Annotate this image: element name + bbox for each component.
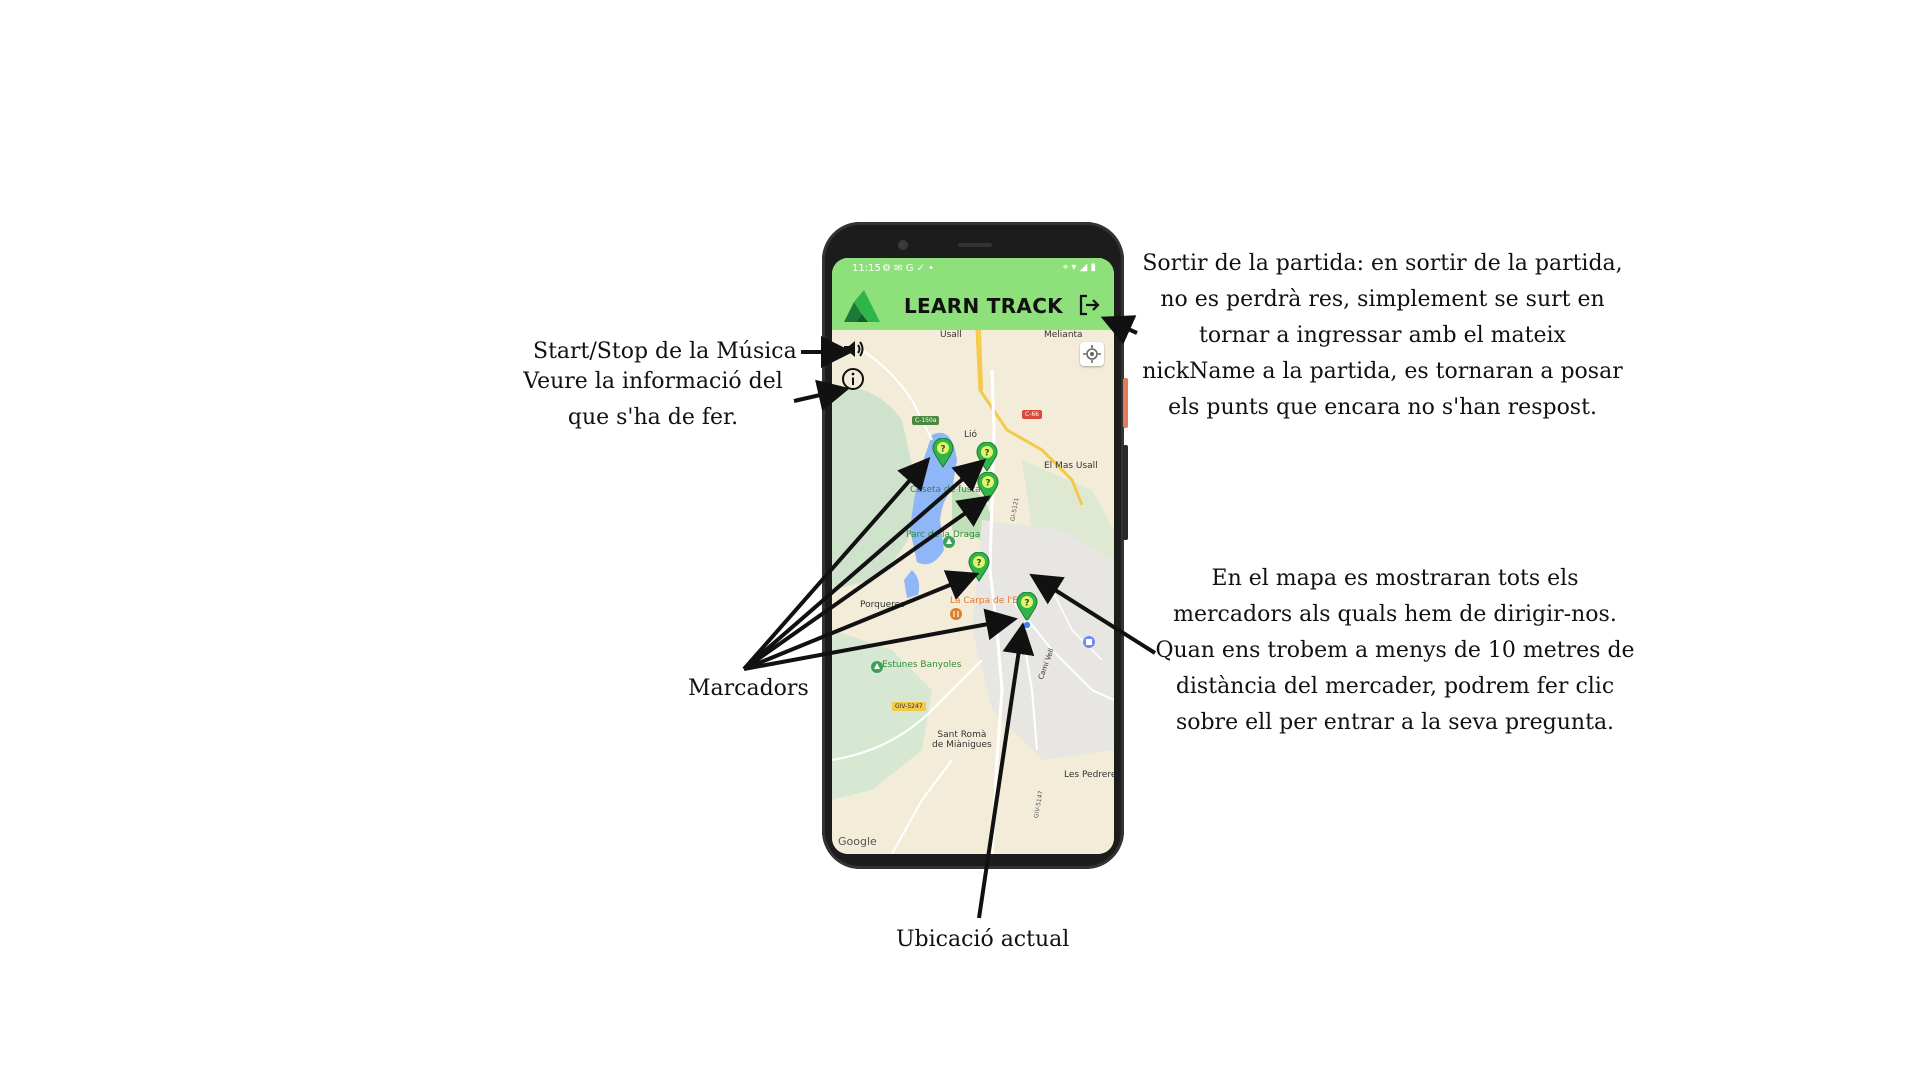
annotation-ubicacio: Ubicació actual (896, 927, 1070, 952)
map-label-el-mas-usall: El Mas Usall (1044, 461, 1098, 471)
question-marker-2[interactable]: ? (976, 442, 998, 472)
svg-text:?: ? (985, 479, 990, 489)
annotation-marcadors: Marcadors (688, 676, 809, 701)
google-watermark: Google (838, 835, 877, 848)
svg-text:?: ? (1024, 599, 1029, 609)
front-camera (898, 240, 908, 250)
map-label-lio: Lió (964, 430, 978, 440)
park-tree-icon (871, 661, 883, 673)
phone-screen: 11:15 ⚙ ✉ G ✓ • ⌖ ▾ ◢ ▮ LEARN TRACK Usal… (832, 258, 1114, 854)
road-badge-c150a: C-150a (912, 416, 940, 425)
map-label-les-pedreres: Les Pedreres (1064, 770, 1114, 780)
crosshair-icon (1083, 345, 1101, 363)
map-view[interactable]: Usall Melianta Lió El Mas Usall Caseta d… (832, 330, 1114, 854)
restaurant-icon (950, 608, 962, 620)
question-marker-4[interactable]: ? (968, 552, 990, 582)
annotation-info-line2: que s'ha de fer. (567, 405, 739, 430)
road-badge-c66: C-66 (1022, 410, 1042, 419)
annotation-info: Veure la informació del que s'ha de fer. (520, 364, 786, 436)
question-marker-3[interactable]: ? (977, 472, 999, 502)
annotation-info-line1: Veure la informació del (523, 369, 783, 394)
map-label-usall: Usall (940, 330, 962, 340)
power-button (1123, 378, 1128, 428)
map-label-caseta: Caseta de fusta (910, 485, 981, 495)
app-bar: LEARN TRACK (832, 280, 1114, 330)
info-icon[interactable] (840, 366, 866, 392)
my-location-button[interactable] (1080, 342, 1104, 366)
earpiece (958, 243, 992, 247)
svg-text:?: ? (984, 449, 989, 459)
exit-icon[interactable] (1076, 292, 1102, 318)
annotation-exit: Sortir de la partida: en sortir de la pa… (1142, 251, 1623, 420)
status-system-icons: ⌖ ▾ ◢ ▮ (1062, 262, 1096, 273)
question-marker-5[interactable]: ? (1016, 592, 1038, 622)
road-badge-gi5247: GIV-5247 (892, 702, 926, 711)
map-label-sant-roma: Sant Romà de Miànigues (932, 730, 992, 750)
map-label-estunes: Estunes Banyoles (882, 660, 962, 670)
speaker-icon[interactable] (840, 336, 866, 362)
annotation-markers-help: En el mapa es mostraran tots els mercado… (1155, 566, 1635, 735)
app-title: LEARN TRACK (904, 294, 1063, 318)
map-poi-icon (1083, 636, 1095, 648)
svg-text:?: ? (940, 445, 945, 455)
map-label-carpa: La Carpa de l'E (950, 596, 1018, 606)
park-tree-icon (943, 536, 955, 548)
learn-track-logo-icon (844, 290, 880, 322)
current-location-dot (1022, 620, 1032, 630)
status-notification-icons: ⚙ ✉ G ✓ • (882, 263, 935, 274)
status-time: 11:15 (852, 263, 881, 274)
question-marker-1[interactable]: ? (932, 438, 954, 468)
svg-text:?: ? (976, 559, 981, 569)
map-label-melianta: Melianta (1044, 330, 1083, 340)
volume-button (1123, 445, 1128, 540)
map-label-porqueres: Porqueres (860, 600, 905, 610)
status-bar: 11:15 ⚙ ✉ G ✓ • ⌖ ▾ ◢ ▮ (832, 258, 1114, 280)
